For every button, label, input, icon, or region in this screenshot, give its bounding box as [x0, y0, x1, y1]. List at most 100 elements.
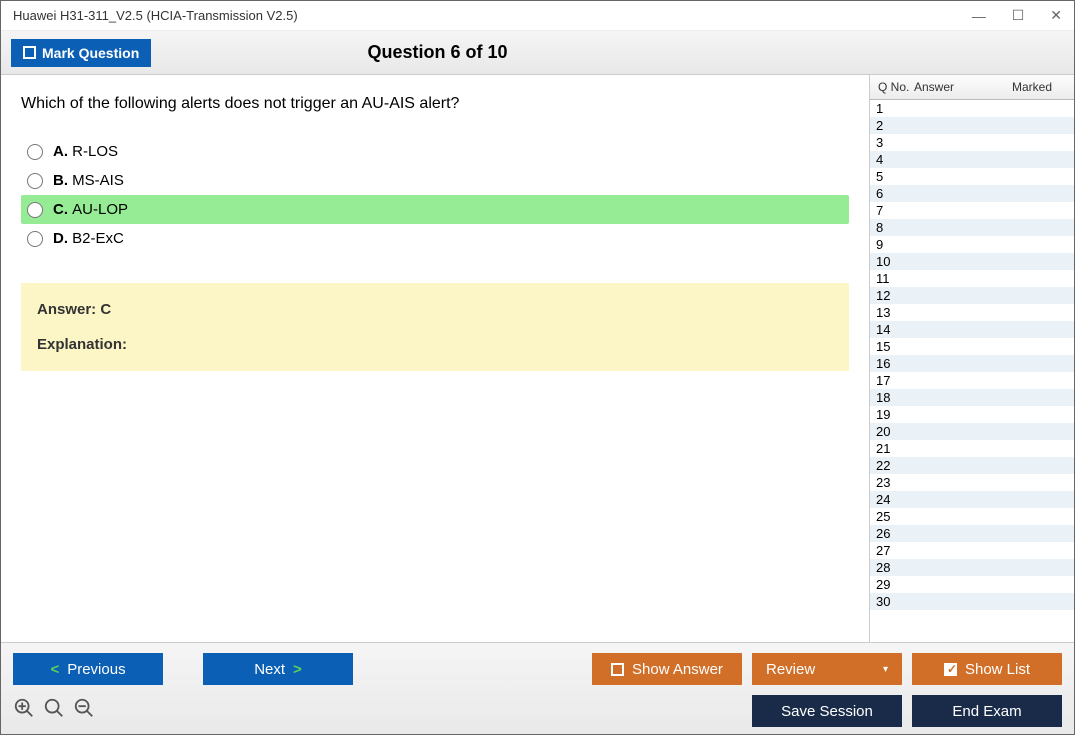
list-item[interactable]: 10: [870, 253, 1074, 270]
list-item[interactable]: 6: [870, 185, 1074, 202]
options-list: A. R-LOS B. MS-AIS C. AU-LOP D. B2-ExC: [21, 137, 849, 253]
footer: < Previous Next > Show Answer Review ▾ S…: [1, 642, 1074, 734]
list-item[interactable]: 17: [870, 372, 1074, 389]
row-qno: 23: [876, 475, 918, 490]
list-item[interactable]: 25: [870, 508, 1074, 525]
maximize-icon[interactable]: ☐: [1008, 5, 1029, 26]
option-radio[interactable]: [27, 173, 43, 189]
row-qno: 30: [876, 594, 918, 609]
end-exam-label: End Exam: [952, 703, 1021, 720]
list-item[interactable]: 26: [870, 525, 1074, 542]
row-qno: 15: [876, 339, 918, 354]
option-label: A. R-LOS: [53, 143, 118, 160]
chevron-left-icon: <: [50, 661, 59, 678]
list-item[interactable]: 29: [870, 576, 1074, 593]
minimize-icon[interactable]: —: [968, 6, 990, 26]
list-item[interactable]: 4: [870, 151, 1074, 168]
list-item[interactable]: 19: [870, 406, 1074, 423]
list-item[interactable]: 22: [870, 457, 1074, 474]
header-answer: Answer: [914, 80, 1012, 94]
list-item[interactable]: 23: [870, 474, 1074, 491]
question-list-header: Q No. Answer Marked: [870, 75, 1074, 100]
question-list[interactable]: 1234567891011121314151617181920212223242…: [870, 100, 1074, 642]
list-item[interactable]: 30: [870, 593, 1074, 610]
review-label: Review: [766, 661, 815, 678]
list-item[interactable]: 28: [870, 559, 1074, 576]
zoom-in-icon[interactable]: [13, 697, 35, 725]
row-qno: 22: [876, 458, 918, 473]
option-label: C. AU-LOP: [53, 201, 128, 218]
list-item[interactable]: 11: [870, 270, 1074, 287]
list-item[interactable]: 14: [870, 321, 1074, 338]
next-button[interactable]: Next >: [203, 653, 353, 685]
show-list-button[interactable]: Show List: [912, 653, 1062, 685]
row-qno: 20: [876, 424, 918, 439]
titlebar: Huawei H31-311_V2.5 (HCIA-Transmission V…: [1, 1, 1074, 31]
row-qno: 26: [876, 526, 918, 541]
row-qno: 3: [876, 135, 918, 150]
list-item[interactable]: 3: [870, 134, 1074, 151]
explanation-label: Explanation:: [37, 336, 833, 353]
row-qno: 4: [876, 152, 918, 167]
question-list-panel: Q No. Answer Marked 12345678910111213141…: [869, 75, 1074, 642]
zoom-out-icon[interactable]: [73, 697, 95, 725]
show-list-label: Show List: [965, 661, 1030, 678]
zoom-controls: [13, 697, 95, 725]
app-window: Huawei H31-311_V2.5 (HCIA-Transmission V…: [0, 0, 1075, 735]
checkbox-icon: [23, 46, 36, 59]
option-radio[interactable]: [27, 202, 43, 218]
list-item[interactable]: 24: [870, 491, 1074, 508]
list-item[interactable]: 5: [870, 168, 1074, 185]
chevron-right-icon: >: [293, 661, 302, 678]
row-qno: 24: [876, 492, 918, 507]
previous-button[interactable]: < Previous: [13, 653, 163, 685]
save-session-label: Save Session: [781, 703, 873, 720]
close-icon[interactable]: ✕: [1046, 5, 1066, 26]
list-item[interactable]: 21: [870, 440, 1074, 457]
option-d[interactable]: D. B2-ExC: [21, 224, 849, 253]
option-a[interactable]: A. R-LOS: [21, 137, 849, 166]
row-qno: 27: [876, 543, 918, 558]
row-qno: 21: [876, 441, 918, 456]
row-qno: 25: [876, 509, 918, 524]
show-answer-label: Show Answer: [632, 661, 723, 678]
header-marked: Marked: [1012, 80, 1072, 94]
list-item[interactable]: 7: [870, 202, 1074, 219]
row-qno: 29: [876, 577, 918, 592]
option-c[interactable]: C. AU-LOP: [21, 195, 849, 224]
zoom-reset-icon[interactable]: [43, 697, 65, 725]
list-item[interactable]: 15: [870, 338, 1074, 355]
list-item[interactable]: 9: [870, 236, 1074, 253]
end-exam-button[interactable]: End Exam: [912, 695, 1062, 727]
row-qno: 19: [876, 407, 918, 422]
save-session-button[interactable]: Save Session: [752, 695, 902, 727]
header-qno: Q No.: [872, 80, 914, 94]
row-qno: 2: [876, 118, 918, 133]
content-area: Which of the following alerts does not t…: [1, 75, 1074, 642]
list-item[interactable]: 13: [870, 304, 1074, 321]
footer-row-1: < Previous Next > Show Answer Review ▾ S…: [13, 653, 1062, 685]
show-answer-button[interactable]: Show Answer: [592, 653, 742, 685]
checkbox-checked-icon: [944, 663, 957, 676]
review-button[interactable]: Review ▾: [752, 653, 902, 685]
list-item[interactable]: 16: [870, 355, 1074, 372]
next-label: Next: [254, 661, 285, 678]
row-qno: 7: [876, 203, 918, 218]
list-item[interactable]: 2: [870, 117, 1074, 134]
list-item[interactable]: 20: [870, 423, 1074, 440]
row-qno: 13: [876, 305, 918, 320]
option-label: B. MS-AIS: [53, 172, 124, 189]
option-label: D. B2-ExC: [53, 230, 124, 247]
window-controls: — ☐ ✕: [968, 5, 1066, 26]
option-radio[interactable]: [27, 144, 43, 160]
list-item[interactable]: 27: [870, 542, 1074, 559]
list-item[interactable]: 8: [870, 219, 1074, 236]
checkbox-icon: [611, 663, 624, 676]
list-item[interactable]: 1: [870, 100, 1074, 117]
mark-question-button[interactable]: Mark Question: [11, 39, 151, 67]
list-item[interactable]: 12: [870, 287, 1074, 304]
header-bar: Mark Question Question 6 of 10: [1, 31, 1074, 75]
option-radio[interactable]: [27, 231, 43, 247]
list-item[interactable]: 18: [870, 389, 1074, 406]
option-b[interactable]: B. MS-AIS: [21, 166, 849, 195]
